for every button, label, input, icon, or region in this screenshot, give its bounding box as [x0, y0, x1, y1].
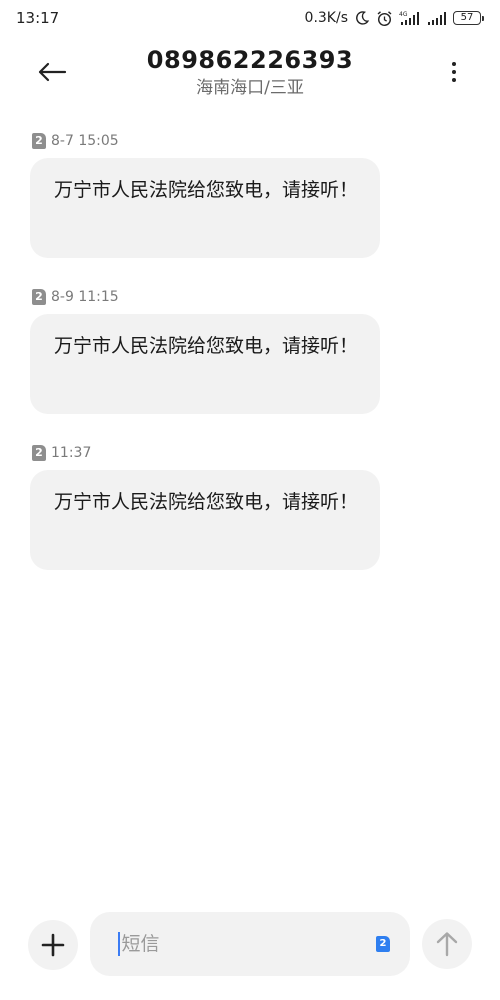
more-vertical-icon — [452, 62, 456, 66]
message-bubble[interactable]: 万宁市人民法院给您致电，请接听！ — [30, 158, 380, 258]
battery-level: 57 — [453, 11, 481, 25]
sim-badge: 2 — [32, 133, 46, 149]
conversation-header: 089862226393 海南海口/三亚 — [0, 40, 500, 104]
network-speed: 0.3K/s — [304, 10, 348, 26]
status-time: 13:17 — [16, 9, 60, 27]
composer-bar: 2 — [0, 912, 500, 976]
signal-4g-icon: 4G — [399, 10, 421, 26]
plus-icon — [41, 933, 65, 957]
more-options-button[interactable] — [444, 56, 464, 88]
arrow-left-icon — [38, 62, 67, 82]
status-bar: 13:17 0.3K/s 4G 57 — [0, 0, 500, 36]
message-timestamp: 11:37 — [51, 445, 92, 461]
message-bubble[interactable]: 万宁市人民法院给您致电，请接听！ — [30, 470, 380, 570]
sim-badge: 2 — [32, 445, 46, 461]
message-list: 2 8-7 15:05 万宁市人民法院给您致电，请接听！ 2 8-9 11:15… — [0, 130, 500, 598]
message-meta: 2 8-9 11:15 — [32, 286, 500, 308]
message-bubble[interactable]: 万宁市人民法院给您致电，请接听！ — [30, 314, 380, 414]
message-meta: 2 8-7 15:05 — [32, 130, 500, 152]
arrow-up-icon — [436, 932, 458, 957]
message-timestamp: 8-7 15:05 — [51, 133, 119, 149]
contact-info: 089862226393 海南海口/三亚 — [80, 44, 420, 100]
status-indicators: 0.3K/s 4G 57 — [305, 10, 484, 27]
signal-icon — [427, 10, 447, 26]
signal-4g-label: 4G — [399, 11, 408, 18]
back-button[interactable] — [30, 54, 74, 90]
sms-thread-screen: 13:17 0.3K/s 4G 57 089862226393 海南海口/三亚 … — [0, 0, 500, 1000]
message-input[interactable] — [121, 933, 342, 955]
moon-icon — [354, 10, 370, 26]
text-caret — [118, 932, 120, 956]
add-attachment-button[interactable] — [28, 920, 78, 970]
message-item: 2 8-9 11:15 万宁市人民法院给您致电，请接听！ — [30, 286, 500, 414]
contact-number: 089862226393 — [146, 46, 354, 74]
battery-icon: 57 — [453, 11, 484, 25]
send-button[interactable] — [422, 919, 472, 969]
alarm-icon — [376, 10, 393, 27]
message-meta: 2 11:37 — [32, 442, 500, 464]
sim-badge: 2 — [32, 289, 46, 305]
message-input-container[interactable]: 2 — [90, 912, 410, 976]
message-item: 2 8-7 15:05 万宁市人民法院给您致电，请接听！ — [30, 130, 500, 258]
message-item: 2 11:37 万宁市人民法院给您致电，请接听！ — [30, 442, 500, 570]
sim-select-badge[interactable]: 2 — [376, 936, 390, 952]
message-timestamp: 8-9 11:15 — [51, 289, 119, 305]
contact-location: 海南海口/三亚 — [196, 78, 304, 98]
